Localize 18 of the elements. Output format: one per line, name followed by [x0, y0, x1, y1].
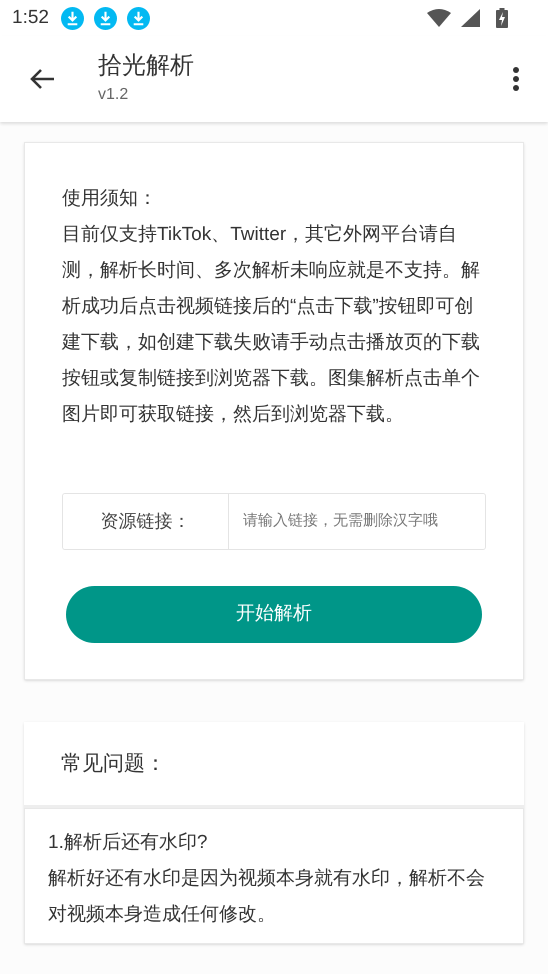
back-arrow-icon: [29, 68, 55, 90]
download-notification-icon: [126, 6, 150, 30]
start-parse-button[interactable]: 开始解析: [66, 586, 482, 643]
app-title: 拾光解析: [98, 51, 195, 81]
faq-answer: 解析好还有水印是因为视频本身就有水印，解析不会对视频本身造成任何修改。: [48, 867, 486, 927]
notice-heading: 使用须知：: [62, 187, 158, 211]
battery-icon: [496, 8, 508, 28]
faq-question: 1.解析后还有水印?: [48, 831, 208, 855]
status-time: 1:52: [12, 6, 49, 30]
signal-icon: [461, 9, 480, 27]
faq-title: 常见问题：: [24, 722, 524, 808]
link-input-field[interactable]: 请输入链接，无需删除汉字哦: [228, 493, 486, 550]
notice-text: 目前仅支持TikTok、Twitter，其它外网平台请自测，解析长时间、多次解析未响应就是不支持。解析成功后点击视频链接后的“点击下载”按钮即可创建下载，如创建下载失败请手动点击播放页的下载按钮或复制链接到浏览器下载。图集解析点击单个图片即可获取链接，然后到浏览器下载。: [62, 223, 481, 427]
download-notification-icon: [60, 6, 84, 30]
wifi-icon: [427, 9, 451, 27]
more-icon: [512, 67, 520, 91]
download-notification-icon: [94, 6, 117, 30]
app-version: v1.2: [98, 85, 130, 105]
